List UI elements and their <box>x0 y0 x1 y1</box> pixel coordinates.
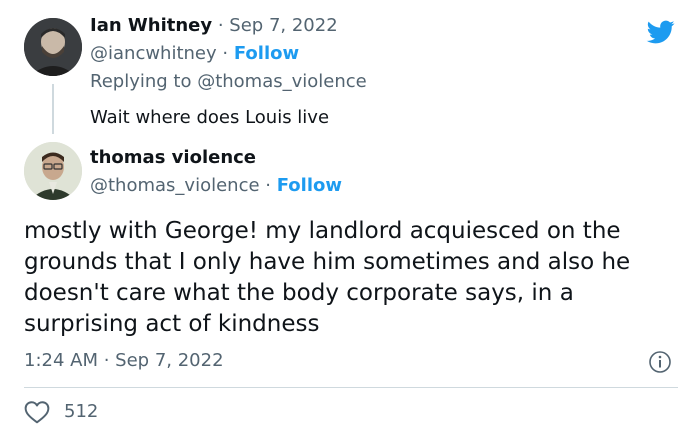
main-follow-separator: · <box>259 175 277 196</box>
main-name-row: thomas violence <box>90 146 590 170</box>
tweet-timestamp[interactable]: 1:24 AM · Sep 7, 2022 <box>24 349 224 373</box>
reply-author-name[interactable]: Ian Whitney <box>90 14 212 38</box>
main-tweet-text: mostly with George! my landlord acquiesc… <box>24 218 631 337</box>
heart-icon <box>24 401 50 424</box>
thread-connector-line <box>52 84 54 134</box>
main-handle-row: @thomas_violence · Follow <box>90 174 590 198</box>
like-count: 512 <box>64 401 99 422</box>
meta-separator: · <box>98 350 116 371</box>
avatar-ian-whitney[interactable] <box>24 18 82 76</box>
replying-handle[interactable]: @thomas_violence <box>197 71 367 92</box>
reply-author-handle[interactable]: @iancwhitney <box>90 43 217 64</box>
reply-separator: · <box>212 15 230 36</box>
reply-follow-separator: · <box>216 43 234 64</box>
main-tweet-header: thomas violence @thomas_violence · Follo… <box>90 146 590 198</box>
replying-prefix: Replying to <box>90 71 198 92</box>
info-icon[interactable] <box>648 350 672 374</box>
reply-date[interactable]: Sep 7, 2022 <box>229 14 337 38</box>
like-button[interactable]: 512 <box>24 400 98 424</box>
tweet-time: 1:24 AM <box>24 350 98 371</box>
main-author-name[interactable]: thomas violence <box>90 146 256 170</box>
twitter-bird-icon[interactable] <box>646 18 676 46</box>
reply-tweet-text: Wait where does Louis live <box>90 107 330 128</box>
reply-follow-button[interactable]: Follow <box>234 43 299 64</box>
avatar-image <box>24 18 82 76</box>
divider <box>24 387 678 388</box>
reply-handle-row: @iancwhitney · Follow <box>90 42 610 66</box>
reply-name-row: Ian Whitney · Sep 7, 2022 <box>90 14 610 38</box>
main-author-handle[interactable]: @thomas_violence <box>90 175 260 196</box>
tweet-date: Sep 7, 2022 <box>115 350 224 371</box>
avatar-image <box>24 142 82 200</box>
main-follow-button[interactable]: Follow <box>277 175 342 196</box>
avatar-thomas-violence[interactable] <box>24 142 82 200</box>
reply-tweet: Ian Whitney · Sep 7, 2022 @iancwhitney ·… <box>90 14 610 130</box>
replying-to: Replying to @thomas_violence <box>90 70 610 94</box>
